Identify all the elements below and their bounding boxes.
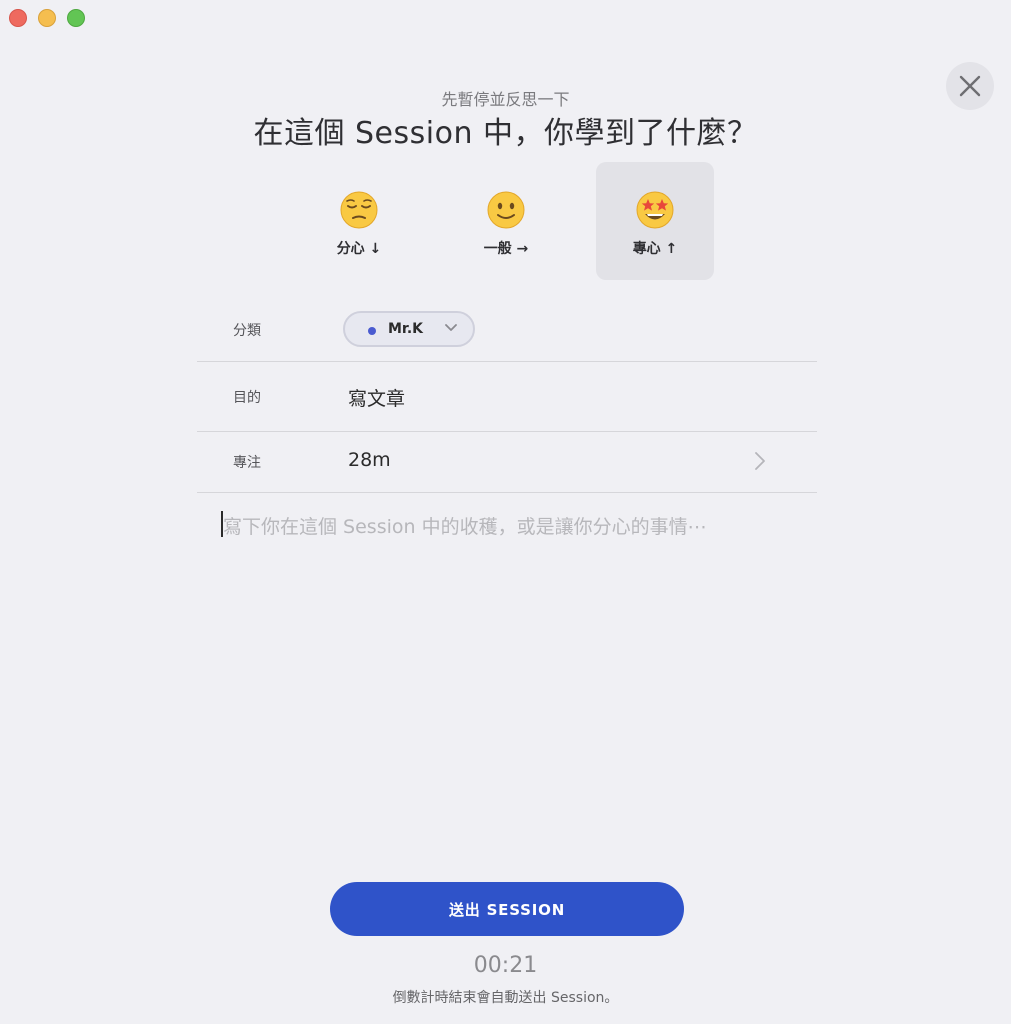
window-zoom-button[interactable] xyxy=(67,9,85,27)
category-value: Mr.K xyxy=(388,321,424,337)
window-controls xyxy=(9,9,85,27)
purpose-row[interactable]: 目的 寫文章 xyxy=(197,362,817,432)
window-close-button[interactable] xyxy=(9,9,27,27)
star-struck-face-icon xyxy=(636,191,674,229)
mood-label: 一般 → xyxy=(483,241,529,257)
focus-label: 專注 xyxy=(233,455,261,471)
focus-row[interactable]: 專注 28m xyxy=(197,432,817,493)
mood-option-focused[interactable]: 專心 ↑ xyxy=(596,162,714,280)
countdown-note: 倒數計時結束會自動送出 Session。 xyxy=(392,990,619,1006)
pensive-face-icon xyxy=(340,191,378,229)
page-title: 在這個 Session 中，你學到了什麼？ xyxy=(253,116,758,151)
category-label: 分類 xyxy=(233,323,261,339)
mood-label: 專心 ↑ xyxy=(632,241,678,257)
slightly-smiling-face-icon xyxy=(487,191,525,229)
mood-option-distracted[interactable]: 分心 ↓ xyxy=(300,162,418,280)
chevron-right-icon[interactable] xyxy=(755,452,765,470)
category-dropdown[interactable]: Mr.K xyxy=(343,311,475,347)
reflection-note-input[interactable]: 寫下你在這個 Session 中的收穫，或是讓你分心的事情⋯ xyxy=(220,508,810,828)
mood-option-normal[interactable]: 一般 → xyxy=(447,162,565,280)
mood-label: 分心 ↓ xyxy=(336,241,382,257)
category-row: 分類 Mr.K xyxy=(197,298,817,362)
page-subtitle: 先暫停並反思一下 xyxy=(441,90,570,109)
chevron-down-icon xyxy=(445,324,457,331)
focus-value: 28m xyxy=(348,449,391,471)
purpose-value[interactable]: 寫文章 xyxy=(348,384,405,411)
category-color-dot xyxy=(368,327,376,335)
note-placeholder: 寫下你在這個 Session 中的收穫，或是讓你分心的事情⋯ xyxy=(223,516,707,538)
submit-session-button[interactable]: 送出 SESSION xyxy=(330,882,684,936)
purpose-label: 目的 xyxy=(233,390,261,406)
countdown-timer: 00:21 xyxy=(473,953,538,978)
mood-selector: 分心 ↓ 一般 → 專心 ↑ xyxy=(300,162,720,280)
session-review-window: 先暫停並反思一下 在這個 Session 中，你學到了什麼？ 分心 ↓ 一般 → xyxy=(0,0,1011,1024)
window-minimize-button[interactable] xyxy=(38,9,56,27)
